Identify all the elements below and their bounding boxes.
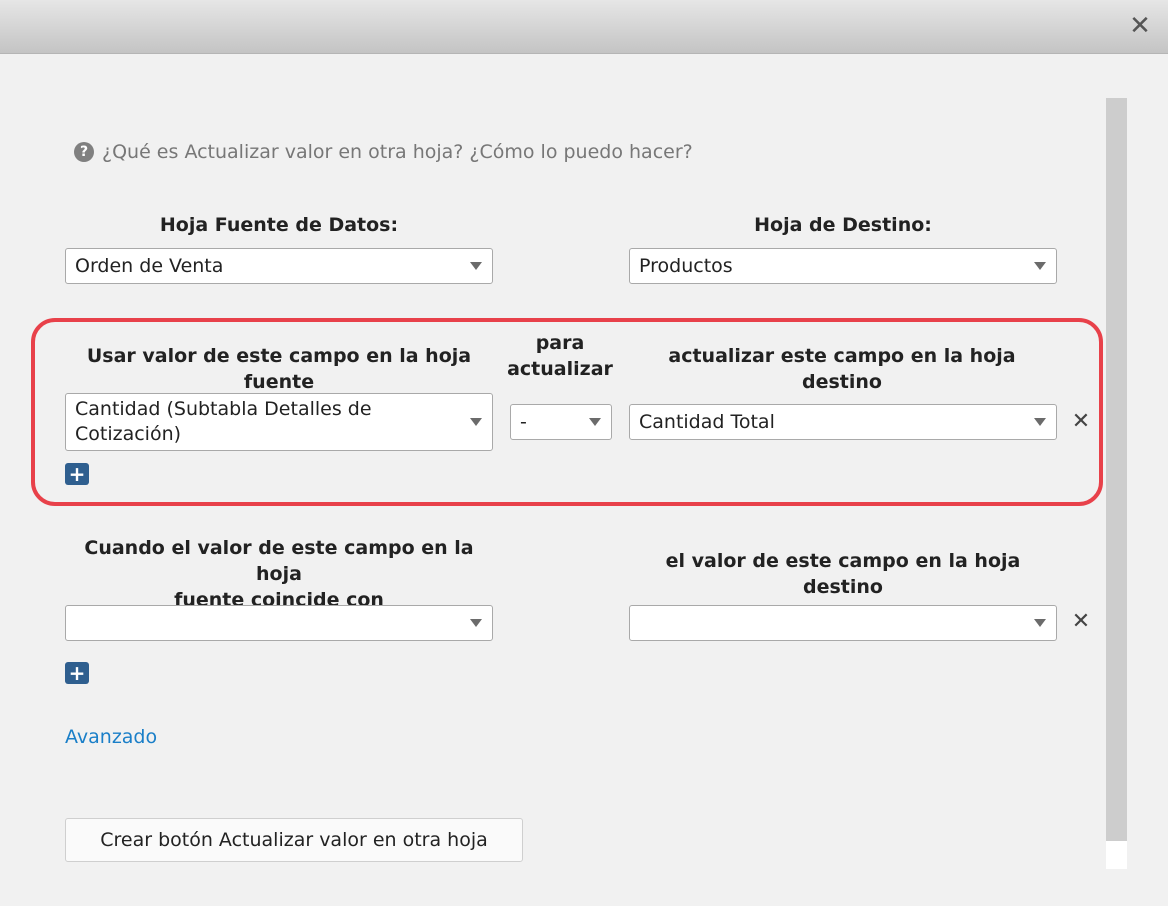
chevron-down-icon bbox=[470, 262, 482, 270]
match-source-label: Cuando el valor de este campo en la hoja… bbox=[84, 537, 474, 611]
dest-sheet-value: Productos bbox=[639, 254, 733, 277]
source-sheet-label: Hoja Fuente de Datos: bbox=[159, 214, 399, 236]
add-match-button[interactable]: + bbox=[65, 662, 89, 684]
dest-sheet-label: Hoja de Destino: bbox=[754, 214, 932, 236]
operator-value: - bbox=[520, 410, 527, 433]
source-field-label: Usar valor de este campo en la hoja fuen… bbox=[86, 345, 472, 393]
help-link[interactable]: ? ¿Qué es Actualizar valor en otra hoja?… bbox=[74, 140, 693, 164]
dest-field-label: actualizar este campo en la hoja destino bbox=[668, 345, 1016, 393]
close-icon[interactable]: ✕ bbox=[1128, 13, 1152, 39]
question-icon: ? bbox=[74, 142, 94, 162]
source-sheet-value: Orden de Venta bbox=[75, 254, 224, 277]
chevron-down-icon bbox=[470, 619, 482, 627]
dest-sheet-select[interactable]: Productos bbox=[629, 248, 1057, 284]
remove-mapping-icon[interactable]: ✕ bbox=[1071, 411, 1091, 433]
chevron-down-icon bbox=[1034, 262, 1046, 270]
source-field-select[interactable]: Cantidad (Subtabla Detalles de Cotizació… bbox=[65, 393, 493, 451]
dest-field-value: Cantidad Total bbox=[639, 410, 775, 433]
chevron-down-icon bbox=[589, 418, 601, 426]
dest-field-select[interactable]: Cantidad Total bbox=[629, 404, 1057, 440]
operator-label: para actualizar bbox=[507, 332, 613, 380]
remove-match-icon[interactable]: ✕ bbox=[1071, 611, 1091, 633]
source-sheet-select[interactable]: Orden de Venta bbox=[65, 248, 493, 284]
chevron-down-icon bbox=[1034, 418, 1046, 426]
chevron-down-icon bbox=[470, 418, 482, 426]
add-mapping-button[interactable]: + bbox=[65, 463, 89, 485]
help-text: ¿Qué es Actualizar valor en otra hoja? ¿… bbox=[102, 141, 693, 163]
chevron-down-icon bbox=[1034, 619, 1046, 627]
scrollbar-thumb[interactable] bbox=[1106, 98, 1127, 841]
source-field-value: Cantidad (Subtabla Detalles de Cotizació… bbox=[75, 398, 372, 445]
dialog-titlebar: ✕ bbox=[0, 0, 1168, 54]
match-dest-label: el valor de este campo en la hoja destin… bbox=[665, 550, 1021, 598]
operator-select[interactable]: - bbox=[510, 404, 612, 440]
match-source-select[interactable] bbox=[65, 605, 493, 641]
advanced-link[interactable]: Avanzado bbox=[65, 726, 157, 748]
match-dest-select[interactable] bbox=[629, 605, 1057, 641]
create-update-button[interactable]: Crear botón Actualizar valor en otra hoj… bbox=[65, 818, 523, 862]
